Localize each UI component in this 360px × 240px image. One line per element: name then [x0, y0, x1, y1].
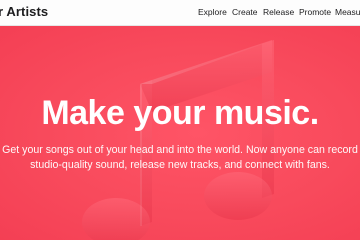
top-nav: r Artists Explore Create Release Promote…	[0, 0, 360, 26]
nav-link-create[interactable]: Create	[232, 7, 258, 17]
hero-section: Make your music. Get your songs out of y…	[0, 26, 360, 240]
hero-headline: Make your music.	[41, 94, 319, 132]
nav-link-promote[interactable]: Promote	[299, 7, 331, 17]
hero-subline-2: studio-quality sound, release new tracks…	[30, 159, 330, 171]
nav-link-explore[interactable]: Explore	[198, 7, 227, 17]
brand-title[interactable]: r Artists	[0, 4, 48, 19]
nav-link-release[interactable]: Release	[263, 7, 294, 17]
hero-subline-1: Get your songs out of your head and into…	[2, 144, 358, 156]
music-note-icon	[82, 40, 274, 240]
nav-link-measure[interactable]: Measure	[335, 7, 360, 17]
